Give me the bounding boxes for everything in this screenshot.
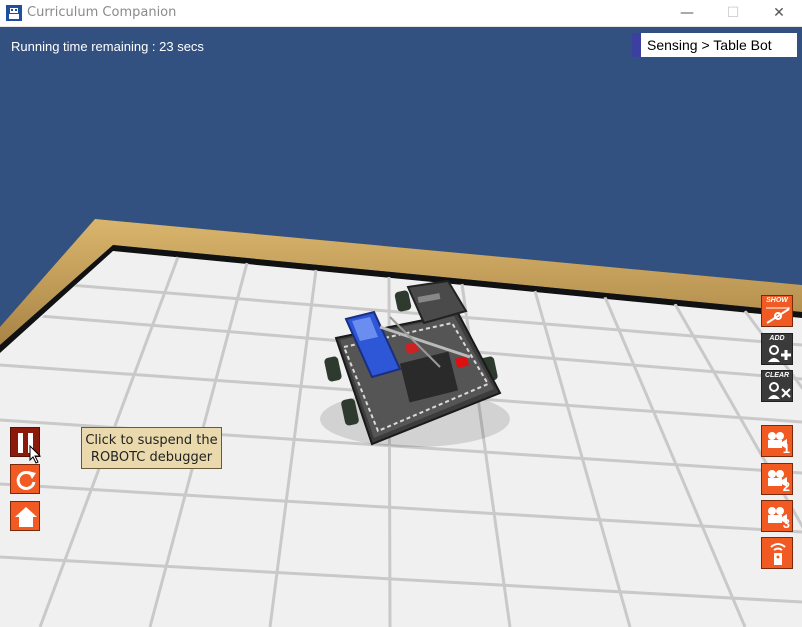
restart-button[interactable]	[10, 464, 40, 494]
camera-1-number: 1	[782, 441, 790, 456]
minimize-icon: —	[680, 5, 694, 21]
title-bar: Curriculum Companion — ☐ ✕	[0, 0, 802, 27]
app-icon	[6, 5, 22, 21]
clear-robot-icon	[768, 382, 791, 399]
show-path-icon	[766, 307, 790, 324]
camera-3-number: 3	[782, 516, 790, 531]
remote-control-icon	[770, 543, 786, 565]
mouse-cursor-icon	[29, 445, 42, 464]
camera-2-number: 2	[782, 479, 790, 494]
restart-icon	[16, 470, 36, 490]
table-scene	[0, 219, 802, 627]
camera-2-button[interactable]: 2	[761, 463, 793, 495]
close-icon: ✕	[773, 5, 785, 21]
close-button[interactable]: ✕	[756, 0, 802, 26]
clear-robot-button[interactable]: CLEAR	[761, 370, 793, 402]
running-time-readout: Running time remaining : 23 secs	[11, 39, 204, 54]
window-title: Curriculum Companion	[27, 5, 177, 20]
home-icon	[15, 507, 37, 527]
home-button[interactable]	[10, 501, 40, 531]
app-window: Curriculum Companion — ☐ ✕ Running time …	[0, 0, 802, 627]
camera-3-button[interactable]: 3	[761, 500, 793, 532]
maximize-button[interactable]: ☐	[710, 0, 756, 26]
camera-1-button[interactable]: 1	[761, 425, 793, 457]
remote-control-button[interactable]	[761, 537, 793, 569]
simulation-viewport[interactable]: Running time remaining : 23 secs Sensing…	[0, 27, 802, 627]
maximize-icon: ☐	[726, 5, 740, 21]
add-robot-icon	[768, 345, 791, 362]
pause-tooltip: Click to suspend the ROBOTC debugger	[81, 427, 222, 469]
activity-label: Sensing > Table Bot	[632, 33, 797, 57]
minimize-button[interactable]: —	[664, 0, 710, 26]
show-path-button[interactable]: SHOW	[761, 295, 793, 327]
add-robot-button[interactable]: ADD	[761, 333, 793, 365]
